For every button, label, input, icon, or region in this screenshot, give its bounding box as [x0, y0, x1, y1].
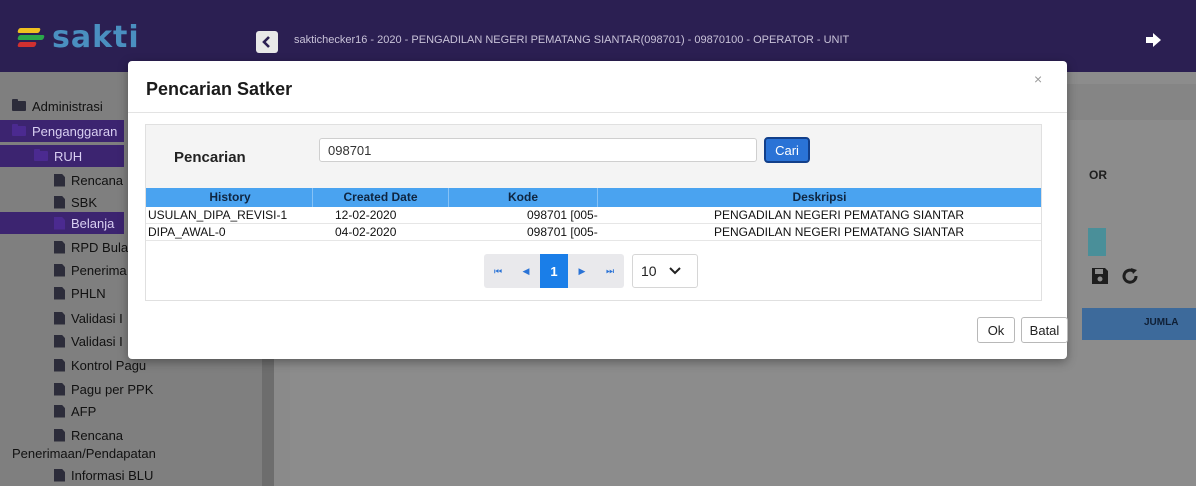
- background-button-fragment: [1088, 228, 1106, 256]
- cell-created-date: 04-02-2020: [335, 225, 397, 239]
- sidebar-item-label: Penganggaran: [32, 123, 118, 139]
- sidebar-item-label: Penerimaan/Pendapatan: [12, 445, 156, 461]
- sidebar-item-label: Rencana: [71, 172, 124, 188]
- document-icon: [54, 428, 65, 442]
- page-size-select[interactable]: 10: [632, 254, 698, 288]
- results-table: History Created Date Kode Deskripsi USUL…: [146, 188, 1041, 241]
- pagination-buttons: ⏮ ◀ 1 ▶ ⏭: [484, 254, 624, 288]
- sidebar-item-label: Penerima: [71, 262, 127, 278]
- sidebar-item-label: Informasi BLU: [71, 467, 154, 483]
- sidebar-item-administrasi[interactable]: Administrasi: [12, 95, 103, 117]
- refresh-icon[interactable]: [1120, 266, 1140, 286]
- session-title: saktichecker16 - 2020 - PENGADILAN NEGER…: [294, 34, 850, 46]
- sidebar-item-penerimaan[interactable]: Penerima: [54, 259, 127, 281]
- sidebar-item-label: Validasi I: [71, 310, 123, 326]
- last-page-icon[interactable]: ⏭: [596, 254, 624, 288]
- cell-deskripsi: PENGADILAN NEGERI PEMATANG SIANTAR: [714, 208, 965, 222]
- sidebar-item-label: PHLN: [71, 285, 106, 301]
- document-icon: [54, 240, 65, 254]
- document-icon: [54, 334, 65, 348]
- sidebar-item-label: Rencana: [71, 427, 124, 443]
- sidebar-item-phln[interactable]: PHLN: [54, 282, 106, 304]
- search-panel: Pencarian Cari History Created Date Kode…: [145, 124, 1042, 301]
- previous-page-icon[interactable]: ◀: [512, 254, 540, 288]
- close-icon[interactable]: ×: [1034, 71, 1042, 87]
- sidebar-item-ruh[interactable]: RUH: [0, 145, 124, 167]
- chevron-down-icon: [668, 267, 681, 275]
- dialog-divider: [128, 112, 1067, 113]
- sidebar-collapse-button[interactable]: [256, 31, 278, 53]
- sidebar-item-label: Kontrol Pagu: [71, 357, 147, 373]
- document-icon: [54, 358, 65, 372]
- document-icon: [54, 468, 65, 482]
- document-icon: [54, 311, 65, 325]
- column-header-deskripsi[interactable]: Deskripsi: [598, 188, 1041, 207]
- save-icon[interactable]: [1090, 266, 1110, 286]
- search-label: Pencarian: [174, 149, 246, 166]
- sidebar-item-afp[interactable]: AFP: [54, 400, 96, 422]
- logo-text: sakti: [52, 20, 140, 55]
- column-header-history[interactable]: History: [146, 188, 313, 207]
- page-number-button[interactable]: 1: [540, 254, 568, 288]
- page-size-value: 10: [641, 263, 657, 279]
- search-satker-dialog: Pencarian Satker × Pencarian Cari Histor…: [128, 61, 1068, 359]
- sidebar-item-validasi-1[interactable]: Validasi I: [54, 307, 123, 329]
- document-icon: [54, 173, 65, 187]
- cancel-button[interactable]: Batal: [1021, 317, 1068, 343]
- background-column-fragment: JUMLA: [1144, 317, 1179, 328]
- cell-history: USULAN_DIPA_REVISI-1: [148, 208, 288, 222]
- search-button[interactable]: Cari: [764, 137, 810, 163]
- document-icon: [54, 216, 65, 230]
- search-input[interactable]: [319, 138, 757, 162]
- table-row[interactable]: USULAN_DIPA_REVISI-1 12-02-2020 098701 […: [146, 207, 1041, 224]
- table-header: History Created Date Kode Deskripsi: [146, 188, 1041, 207]
- next-page-icon[interactable]: ▶: [568, 254, 596, 288]
- first-page-icon[interactable]: ⏮: [484, 254, 512, 288]
- sidebar-item-label: Belanja: [71, 215, 115, 231]
- sidebar-item-belanja[interactable]: Belanja: [0, 212, 124, 234]
- document-icon: [54, 286, 65, 300]
- sidebar-item-label: AFP: [71, 403, 97, 419]
- folder-icon: [34, 149, 48, 161]
- background-toolbar: [1090, 266, 1140, 286]
- cell-created-date: 12-02-2020: [335, 208, 397, 222]
- sidebar-item-label: RUH: [54, 148, 83, 164]
- app-logo[interactable]: sakti: [17, 20, 140, 55]
- cell-kode: 098701 [005-01]: [527, 208, 598, 222]
- sidebar-item-rencana[interactable]: Rencana: [54, 169, 123, 191]
- sidebar-item-informasi-blu[interactable]: Informasi BLU: [54, 464, 153, 486]
- column-header-created-date[interactable]: Created Date: [313, 188, 449, 207]
- cell-deskripsi: PENGADILAN NEGERI PEMATANG SIANTAR: [714, 225, 965, 239]
- folder-icon: [12, 99, 26, 111]
- sidebar-item-rpd-bulanan[interactable]: RPD Bula: [54, 236, 128, 258]
- sidebar-item-label: Administrasi: [32, 98, 103, 114]
- document-icon: [54, 382, 65, 396]
- sidebar-item-label: Pagu per PPK: [71, 381, 154, 397]
- folder-icon: [12, 124, 26, 136]
- sidebar-item-label: RPD Bula: [71, 239, 129, 255]
- background-table-header: JUMLA: [1082, 308, 1196, 340]
- sidebar-item-pagu-per-ppk[interactable]: Pagu per PPK: [54, 378, 153, 400]
- cell-kode: 098701 [005-01]: [527, 225, 598, 239]
- column-header-kode[interactable]: Kode: [449, 188, 598, 207]
- logo-icon: [17, 25, 46, 51]
- sidebar-item-sbk[interactable]: SBK: [54, 191, 97, 213]
- document-icon: [54, 404, 65, 418]
- document-icon: [54, 195, 65, 209]
- sidebar-item-label: SBK: [71, 194, 98, 210]
- sidebar-item-penganggaran[interactable]: Penganggaran: [0, 120, 124, 142]
- sidebar-item-label: Validasi I: [71, 333, 123, 349]
- document-icon: [54, 263, 65, 277]
- sidebar-item-validasi-2[interactable]: Validasi I: [54, 330, 123, 352]
- dialog-title: Pencarian Satker: [146, 79, 293, 99]
- cell-history: DIPA_AWAL-0: [148, 225, 226, 239]
- background-label-fragment: OR: [1089, 168, 1107, 182]
- pagination: ⏮ ◀ 1 ▶ ⏭ 10: [484, 254, 698, 288]
- table-row[interactable]: DIPA_AWAL-0 04-02-2020 098701 [005-01] P…: [146, 224, 1041, 241]
- sidebar-item-label-line2[interactable]: Penerimaan/Pendapatan: [12, 442, 156, 464]
- chevron-left-icon: [262, 36, 270, 48]
- logout-icon[interactable]: [1144, 30, 1164, 50]
- ok-button[interactable]: Ok: [977, 317, 1015, 343]
